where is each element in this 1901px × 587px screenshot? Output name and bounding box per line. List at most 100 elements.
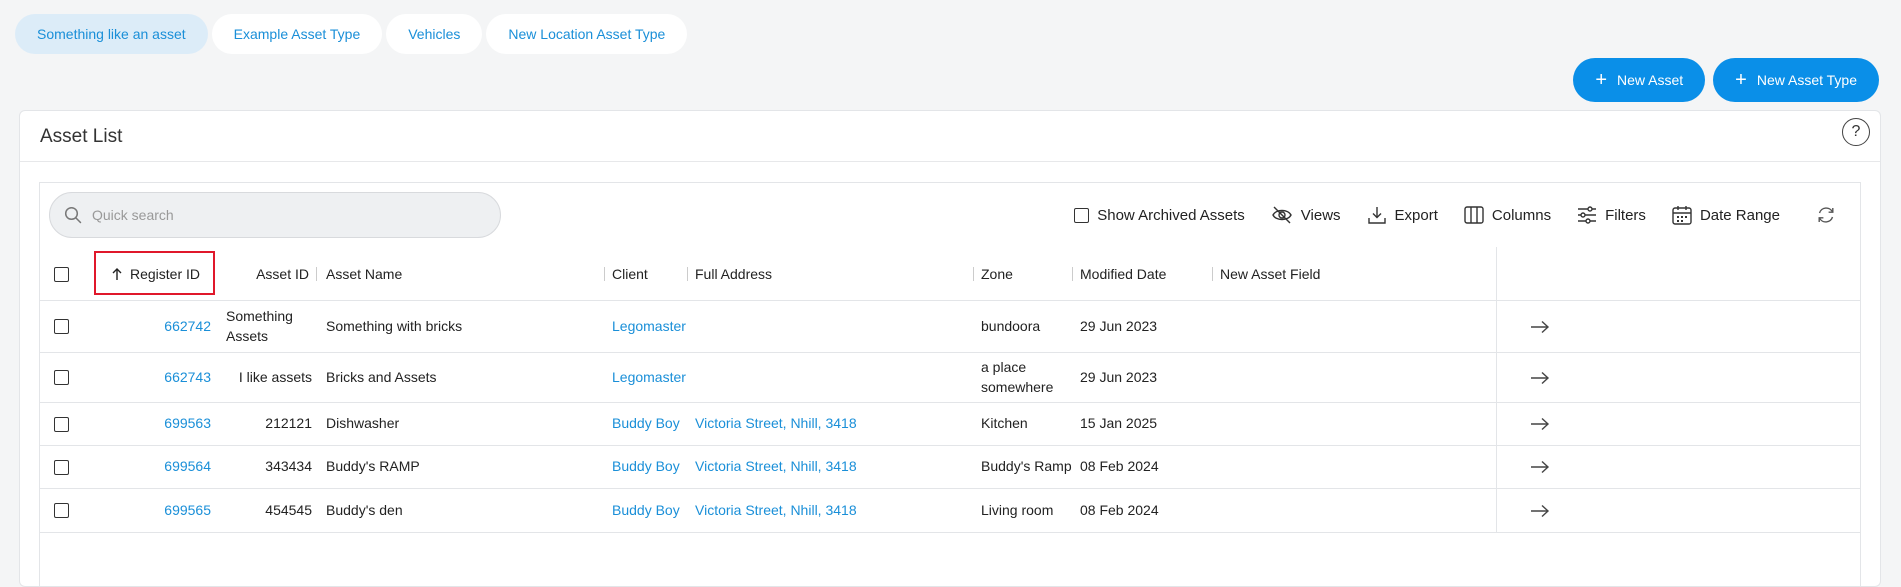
open-asset-arrow-icon[interactable] (1530, 446, 1550, 488)
asset-list-card: Asset List ? Show Archived Assets (19, 110, 1881, 587)
row-checkbox[interactable] (54, 503, 69, 518)
columns-icon (1464, 206, 1484, 224)
show-archived-toggle[interactable]: Show Archived Assets (1074, 207, 1245, 224)
client-link[interactable]: Buddy Boy (612, 403, 680, 445)
address-link[interactable]: Victoria Street, Nhill, 3418 (695, 446, 857, 488)
client-link[interactable]: Buddy Boy (612, 446, 680, 488)
views-label: Views (1300, 206, 1341, 224)
address-link[interactable]: Victoria Street, Nhill, 3418 (695, 403, 857, 445)
action-column-divider (1496, 489, 1497, 532)
tab-new-location-asset-type[interactable]: New Location Asset Type (486, 14, 688, 54)
row-checkbox[interactable] (54, 370, 69, 385)
table-row[interactable]: 662743 I like assets Bricks and Assets L… (40, 353, 1860, 403)
open-asset-arrow-icon[interactable] (1530, 489, 1550, 532)
open-asset-arrow-icon[interactable] (1530, 301, 1550, 352)
asset-id-cell: Something Assets (226, 307, 293, 344)
register-id-link[interactable]: 662742 (110, 301, 211, 352)
top-actions: + New Asset + New Asset Type (1573, 58, 1879, 102)
sliders-icon (1578, 206, 1597, 224)
column-header-asset-id[interactable]: Asset ID (216, 247, 309, 301)
column-header-new-asset-field[interactable]: New Asset Field (1220, 247, 1320, 301)
full-address-label: Full Address (695, 266, 773, 282)
client-link[interactable]: Buddy Boy (612, 489, 680, 532)
refresh-icon (1818, 207, 1834, 223)
card-header: Asset List ? (20, 111, 1880, 162)
row-select (54, 301, 69, 352)
help-icon[interactable]: ? (1842, 118, 1870, 146)
plus-icon: + (1735, 69, 1747, 91)
page-title: Asset List (40, 126, 123, 147)
column-header-full-address[interactable]: Full Address (695, 247, 772, 301)
column-header-register-id[interactable]: Register ID (110, 247, 200, 301)
quick-search (49, 192, 501, 238)
register-id-link[interactable]: 662743 (110, 353, 211, 402)
tab-vehicles[interactable]: Vehicles (386, 14, 483, 54)
select-all-checkbox[interactable] (54, 266, 69, 282)
table-toolbar: Show Archived Assets Views (40, 183, 1860, 247)
asset-name-cell: Something with bricks (326, 317, 463, 334)
column-separator[interactable] (316, 267, 317, 281)
client-link[interactable]: Legomaster (612, 353, 686, 402)
tab-example-asset-type[interactable]: Example Asset Type (211, 14, 383, 54)
download-icon (1367, 207, 1386, 224)
open-asset-arrow-icon[interactable] (1530, 403, 1550, 445)
column-separator[interactable] (604, 267, 605, 281)
column-header-zone[interactable]: Zone (981, 247, 1013, 301)
new-asset-label: New Asset (1617, 72, 1684, 88)
table-row[interactable]: 699565 454545 Buddy's den Buddy Boy Vict… (40, 489, 1860, 533)
filters-button[interactable]: Filters (1577, 206, 1646, 224)
refresh-button[interactable] (1816, 205, 1836, 225)
date-range-label: Date Range (1699, 206, 1780, 224)
asset-table-panel: Show Archived Assets Views (39, 182, 1861, 587)
register-id-link[interactable]: 699564 (110, 446, 211, 488)
new-asset-type-label: New Asset Type (1756, 72, 1857, 88)
column-separator[interactable] (687, 267, 688, 281)
register-id-label: Register ID (130, 266, 201, 282)
date-range-button[interactable]: Date Range (1672, 205, 1780, 225)
asset-id-cell: 343434 (265, 458, 312, 475)
export-label: Export (1394, 206, 1438, 224)
action-column-divider (1496, 353, 1497, 402)
table-row[interactable]: 699564 343434 Buddy's RAMP Buddy Boy Vic… (40, 446, 1860, 489)
columns-label: Columns (1491, 206, 1552, 224)
row-checkbox[interactable] (54, 319, 69, 334)
column-header-modified-date[interactable]: Modified Date (1080, 247, 1166, 301)
table-row[interactable]: 699563 212121 Dishwasher Buddy Boy Victo… (40, 403, 1860, 446)
column-separator[interactable] (973, 267, 974, 281)
action-column-divider (1496, 301, 1497, 352)
row-select (54, 353, 69, 402)
client-link[interactable]: Legomaster (612, 301, 686, 352)
column-header-asset-name[interactable]: Asset Name (326, 247, 402, 301)
tab-something-like-an-asset[interactable]: Something like an asset (15, 14, 208, 54)
new-asset-type-button[interactable]: + New Asset Type (1713, 58, 1879, 102)
table-row[interactable]: 662742 Something Assets Something with b… (40, 301, 1860, 353)
asset-name-label: Asset Name (326, 266, 403, 282)
zone-cell: Living room (981, 501, 1054, 518)
select-all-cell (54, 247, 69, 301)
views-button[interactable]: Views (1271, 205, 1341, 225)
register-id-link[interactable]: 699563 (110, 403, 211, 445)
toolbar-tools: Show Archived Assets Views Export Column… (1048, 197, 1860, 233)
search-input[interactable] (92, 207, 472, 223)
export-button[interactable]: Export (1367, 205, 1438, 225)
address-link[interactable]: Victoria Street, Nhill, 3418 (695, 489, 857, 532)
asset-id-cell: 212121 (265, 415, 312, 432)
row-select (54, 403, 69, 445)
modified-date-cell: 08 Feb 2024 (1080, 501, 1159, 518)
modified-date-cell: 29 Jun 2023 (1080, 368, 1158, 385)
row-checkbox[interactable] (54, 416, 69, 432)
new-asset-field-label: New Asset Field (1220, 266, 1321, 282)
column-separator[interactable] (1072, 267, 1073, 281)
new-asset-button[interactable]: + New Asset (1573, 58, 1706, 102)
columns-button[interactable]: Columns (1464, 206, 1551, 224)
column-header-client[interactable]: Client (612, 247, 648, 301)
asset-type-tabs: Something like an asset Example Asset Ty… (15, 14, 688, 54)
zone-cell: a place somewhere (981, 358, 1054, 395)
row-checkbox[interactable] (54, 459, 69, 475)
open-asset-arrow-icon[interactable] (1530, 353, 1550, 402)
register-id-link[interactable]: 699565 (110, 489, 211, 532)
filters-label: Filters (1605, 206, 1646, 224)
column-separator[interactable] (1212, 267, 1213, 281)
show-archived-checkbox[interactable] (1074, 207, 1090, 223)
asset-id-cell: 454545 (265, 501, 312, 518)
